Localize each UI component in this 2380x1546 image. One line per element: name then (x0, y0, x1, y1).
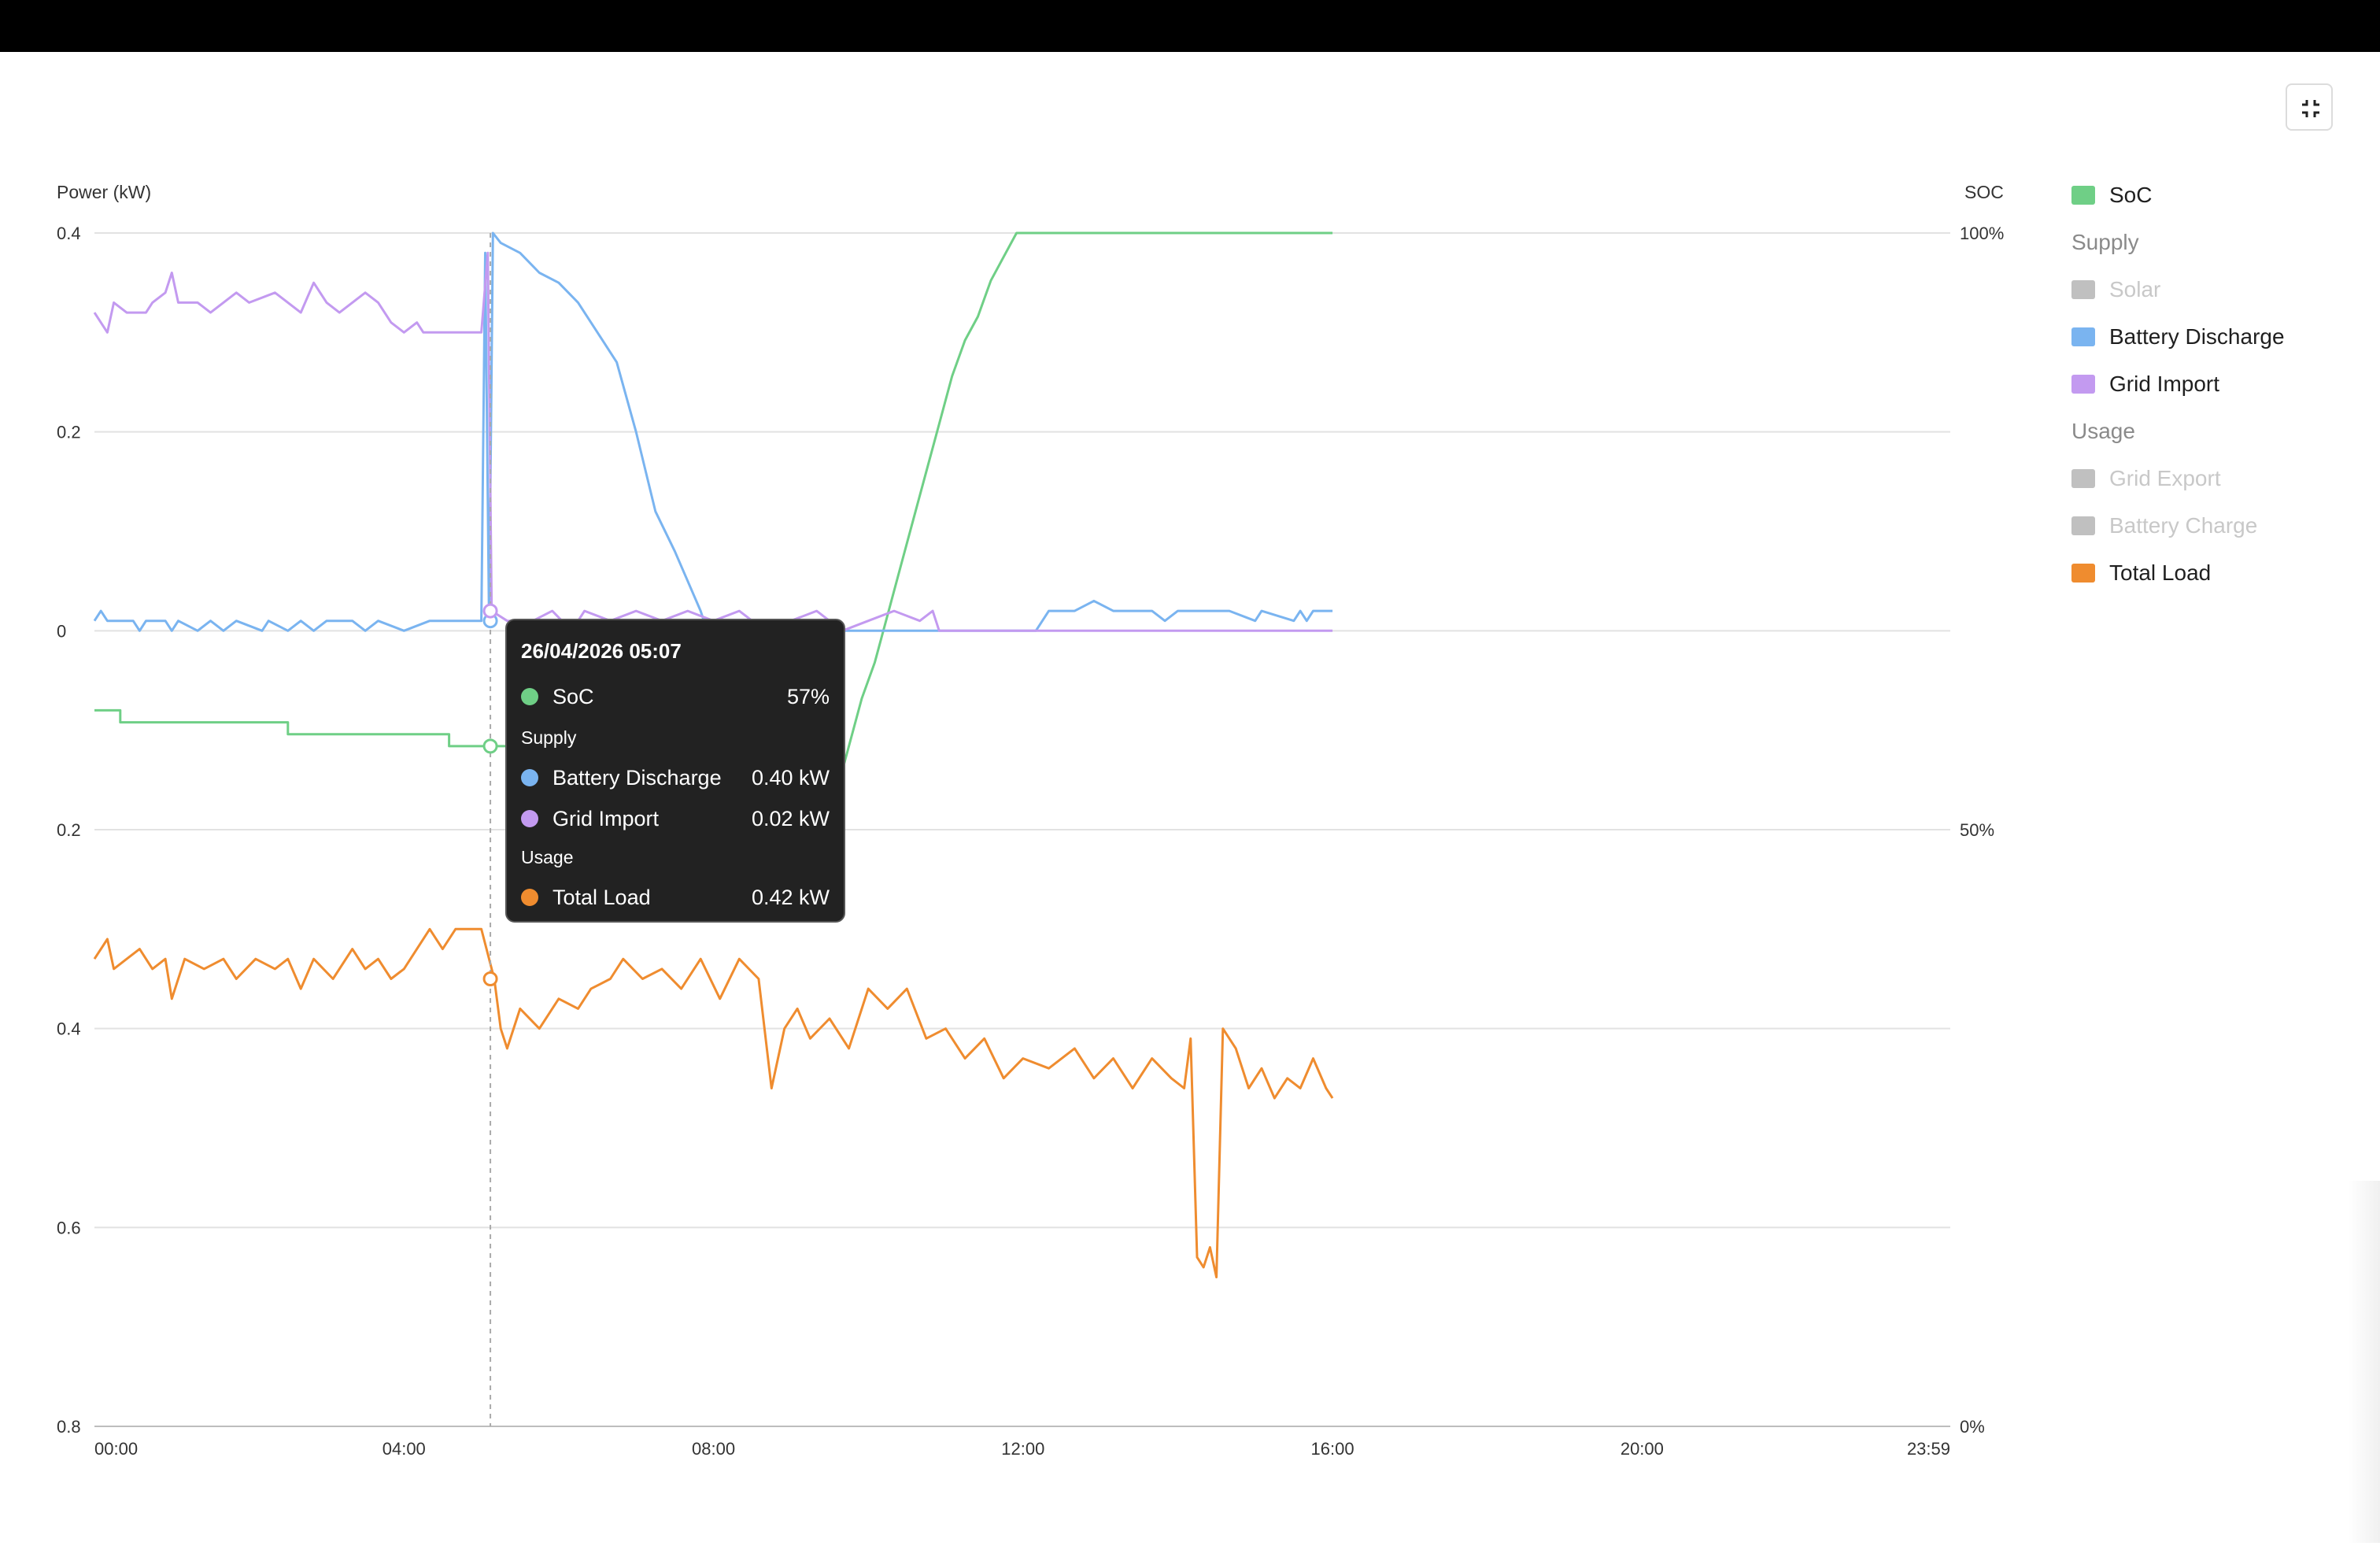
x-tick-label: 00:00 (94, 1439, 138, 1459)
right-tick-label: 100% (1960, 224, 2004, 243)
legend-label: Solar (2109, 277, 2161, 301)
x-tick-label: 08:00 (692, 1439, 735, 1459)
legend-label: Grid Export (2109, 466, 2221, 490)
tooltip-soc-label: SoC (552, 684, 594, 708)
legend-item-grid-export[interactable]: Grid Export (2071, 463, 2221, 494)
legend-group-usage: Usage (2071, 416, 2135, 447)
left-tick-label: 0.4 (57, 224, 81, 243)
legend-item-battery-discharge[interactable]: Battery Discharge (2071, 321, 2285, 353)
x-tick-label: 20:00 (1621, 1439, 1664, 1459)
right-tick-label: 50% (1960, 820, 1994, 840)
hover-marker-grid-import (482, 603, 498, 619)
legend-label: Battery Charge (2109, 513, 2258, 538)
power-chart: Power (kW) SOC 0.4 0.2 0 0.2 0.4 0.6 0.8 100% 50… (57, 182, 2004, 1459)
legend-item-solar[interactable]: Solar (2071, 274, 2160, 305)
tooltip-grid-label: Grid Import (552, 806, 660, 830)
series-line-grid-import (93, 251, 1333, 632)
tooltip-row-soc: SoC 57% (521, 683, 830, 710)
x-tick-label: 12:00 (1001, 1439, 1044, 1459)
tooltip-battery-value: 0.40 kW (751, 765, 830, 790)
tooltip-row-load: Total Load 0.42 kW (521, 884, 830, 911)
x-tick-label: 23:59 (1907, 1439, 1950, 1459)
tooltip-supply-label: Supply (521, 727, 577, 748)
legend-group-supply: Supply (2071, 227, 2139, 258)
tooltip-battery-label: Battery Discharge (552, 765, 722, 790)
legend-swatch (2071, 280, 2095, 299)
right-tick-label: 0% (1960, 1417, 1985, 1437)
soc-dot-icon (521, 688, 538, 705)
right-axis-title: SOC (1964, 182, 2004, 202)
legend-label: Battery Discharge (2109, 324, 2285, 349)
legend-swatch (2071, 186, 2095, 205)
tooltip-soc-value: 57% (786, 684, 830, 708)
legend-item-total-load[interactable]: Total Load (2071, 557, 2211, 589)
legend-swatch (2071, 327, 2095, 346)
legend-item-soc[interactable]: SoC (2071, 179, 2152, 211)
battery-dot-icon (521, 769, 538, 786)
legend-swatch (2071, 516, 2095, 535)
edge-shadow (2349, 1181, 2380, 1543)
hover-marker-soc (482, 738, 498, 754)
legend-item-battery-charge[interactable]: Battery Charge (2071, 510, 2257, 542)
legend-label: Total Load (2109, 560, 2212, 585)
left-tick-label: 0.4 (57, 1019, 81, 1039)
legend-label: Supply (2071, 230, 2139, 254)
hover-marker-total-load (482, 971, 498, 986)
legend-label: SoC (2109, 183, 2153, 207)
tooltip-title: 26/04/2026 05:07 (521, 639, 682, 663)
left-tick-label: 0.8 (57, 1417, 81, 1437)
series-line-total-load (93, 927, 1334, 1278)
left-tick-label: 0 (57, 621, 66, 641)
legend-swatch (2071, 564, 2095, 583)
left-tick-label: 0.6 (57, 1218, 81, 1237)
grid-dot-icon (521, 810, 538, 827)
left-tick-label: 0.2 (57, 820, 81, 840)
legend-swatch (2071, 375, 2095, 394)
tooltip-grid-value: 0.02 kW (751, 806, 830, 830)
left-tick-label: 0.2 (57, 423, 81, 442)
tooltip-usage-label: Usage (521, 847, 574, 867)
tooltip-load-value: 0.42 kW (751, 885, 830, 909)
tooltip-row-battery: Battery Discharge 0.40 kW (521, 764, 830, 791)
tooltip-load-label: Total Load (552, 885, 651, 909)
x-tick-label: 16:00 (1311, 1439, 1354, 1459)
chart-tooltip: 26/04/2026 05:07 SoC 57% Supply Battery … (505, 619, 845, 923)
legend-item-grid-import[interactable]: Grid Import (2071, 368, 2219, 400)
left-axis-title: Power (kW) (57, 182, 151, 202)
legend-swatch (2071, 469, 2095, 488)
legend-label: Grid Import (2109, 372, 2220, 396)
tooltip-row-grid: Grid Import 0.02 kW (521, 805, 830, 832)
x-tick-label: 04:00 (382, 1439, 426, 1459)
load-dot-icon (521, 889, 538, 906)
legend-label: Usage (2071, 419, 2135, 443)
